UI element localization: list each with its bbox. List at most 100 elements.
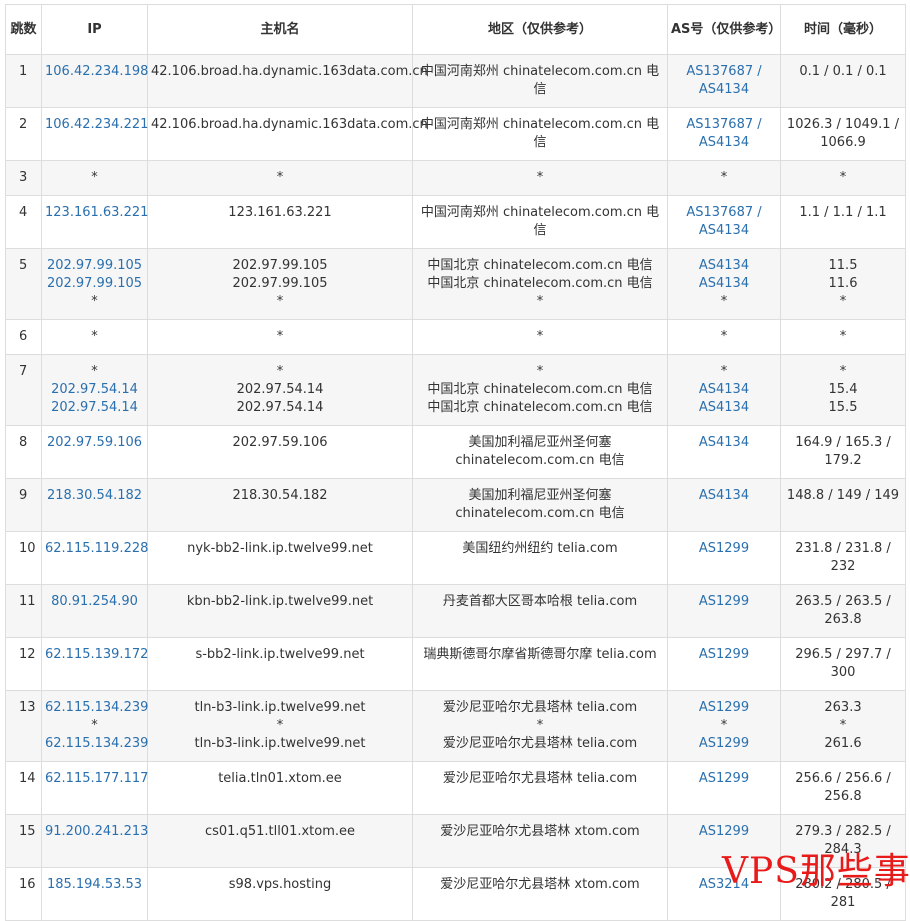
traceroute-table: 跳数 IP 主机名 地区（仅供参考） AS号（仅供参考） 时间（毫秒） 1 106… — [5, 4, 906, 921]
ip-line-link[interactable]: 62.115.177.117 — [45, 770, 148, 788]
region-line: 中国北京 chinatelecom.com.cn 电信 — [427, 382, 653, 397]
time-line: 11.6 — [828, 276, 858, 291]
ip-line-link[interactable]: 106.42.234.221 — [45, 116, 148, 134]
host-line: 202.97.59.106 — [232, 435, 328, 450]
host-line: s-bb2-link.ip.twelve99.net — [195, 647, 365, 662]
region-cell: 爱沙尼亚哈尔尤县塔林 telia.com * 爱沙尼亚哈尔尤县塔林 telia.co… — [412, 690, 668, 762]
hostname-cell: tln-b3-link.ip.twelve99.net * tln-b3-link.… — [147, 690, 413, 762]
as-cell: * AS4134 AS4134 — [667, 354, 781, 426]
as-line-link[interactable]: AS4134 — [671, 275, 777, 293]
ip-cell: * 202.97.54.14 202.97.54.14 — [41, 354, 148, 426]
hostname-cell: kbn-bb2-link.ip.twelve99.net — [147, 584, 413, 638]
ip-line-link[interactable]: 202.97.54.14 — [45, 399, 144, 417]
ip-line-link[interactable]: 106.42.234.198 — [45, 63, 148, 81]
ip-cell: 62.115.119.228 — [41, 531, 148, 585]
header-region: 地区（仅供参考） — [412, 4, 668, 55]
as-line-link[interactable]: AS1299 — [671, 540, 777, 558]
ip-line-link[interactable]: 80.91.254.90 — [45, 593, 144, 611]
time-cell: 1.1 / 1.1 / 1.1 — [780, 195, 906, 249]
hostname-cell: * — [147, 319, 413, 355]
as-line-link[interactable]: AS1299 — [671, 823, 777, 841]
host-line: * — [276, 170, 284, 185]
ip-line: * — [91, 294, 98, 309]
ip-cell: 80.91.254.90 — [41, 584, 148, 638]
ip-cell: 91.200.241.213 — [41, 814, 148, 868]
time-line: 148.8 / 149 / 149 — [786, 488, 900, 503]
ip-line-link[interactable]: 218.30.54.182 — [45, 487, 144, 505]
hostname-cell: 42.106.broad.ha.dynamic.163data.com.cn — [147, 107, 428, 161]
ip-line-link[interactable]: 202.97.99.105 — [45, 257, 144, 275]
region-cell: 中国河南郑州 chinatelecom.com.cn 电信 — [412, 54, 668, 108]
ip-cell: 185.194.53.53 — [41, 867, 148, 921]
host-line: 202.97.99.105 — [232, 276, 328, 291]
time-line: * — [839, 718, 847, 733]
as-line-link[interactable]: AS4134 — [671, 257, 777, 275]
region-cell: * — [412, 160, 668, 196]
time-cell: 231.8 / 231.8 / 232 — [780, 531, 906, 585]
ip-line-link[interactable]: 202.97.54.14 — [45, 381, 144, 399]
time-line: 15.5 — [828, 400, 858, 415]
hop-cell: 3 — [5, 160, 42, 196]
as-line-link[interactable]: AS1299 — [671, 593, 777, 611]
hostname-cell: s98.vps.hosting — [147, 867, 413, 921]
as-cell: * — [667, 319, 781, 355]
header-row: 跳数 IP 主机名 地区（仅供参考） AS号（仅供参考） 时间（毫秒） — [5, 4, 906, 55]
ip-line-link[interactable]: 91.200.241.213 — [45, 823, 148, 841]
region-line: * — [536, 718, 544, 733]
ip-cell: 202.97.99.105 202.97.99.105 * — [41, 248, 148, 320]
ip-line-link[interactable]: 202.97.99.105 — [45, 275, 144, 293]
hop-cell: 10 — [5, 531, 42, 585]
ip-line-link[interactable]: 62.115.134.239 — [45, 699, 148, 717]
as-line-link[interactable]: AS137687 / AS4134 — [671, 204, 777, 240]
host-line: nyk-bb2-link.ip.twelve99.net — [187, 541, 373, 556]
header-hostname: 主机名 — [147, 4, 413, 55]
hop-cell: 16 — [5, 867, 42, 921]
ip-line-link[interactable]: 62.115.139.172 — [45, 646, 148, 664]
region-cell: 瑞典斯德哥尔摩省斯德哥尔摩 telia.com — [412, 637, 668, 691]
host-line: * — [276, 294, 284, 309]
hostname-cell: 42.106.broad.ha.dynamic.163data.com.cn — [147, 54, 428, 108]
table-row: 6 * * * * * — [5, 319, 906, 355]
time-line: 11.5 — [828, 258, 858, 273]
time-cell: * — [780, 160, 906, 196]
table-body: 1 106.42.234.198 42.106.broad.ha.dynamic.1… — [5, 54, 906, 921]
header-time: 时间（毫秒） — [780, 4, 906, 55]
ip-cell: 62.115.134.239 * 62.115.134.239 — [41, 690, 148, 762]
region-cell: * — [412, 319, 668, 355]
time-line: 261.6 — [824, 736, 862, 751]
ip-line-link[interactable]: 62.115.134.239 — [45, 735, 148, 753]
host-line: * — [276, 329, 284, 344]
as-cell: AS1299 — [667, 584, 781, 638]
as-line: * — [720, 170, 728, 185]
hostname-cell: s-bb2-link.ip.twelve99.net — [147, 637, 413, 691]
as-line-link[interactable]: AS4134 — [671, 434, 777, 452]
as-line-link[interactable]: AS4134 — [671, 399, 777, 417]
as-line-link[interactable]: AS4134 — [671, 487, 777, 505]
as-line-link[interactable]: AS1299 — [671, 735, 777, 753]
ip-line-link[interactable]: 123.161.63.221 — [45, 204, 148, 222]
ip-line-link[interactable]: 62.115.119.228 — [45, 540, 148, 558]
region-line: 中国河南郑州 chinatelecom.com.cn 电信 — [420, 64, 660, 97]
time-cell: 148.8 / 149 / 149 — [780, 478, 906, 532]
ip-line: * — [91, 170, 98, 185]
hostname-cell: 202.97.59.106 — [147, 425, 413, 479]
region-cell: 爱沙尼亚哈尔尤县塔林 telia.com — [412, 761, 668, 815]
as-line-link[interactable]: AS137687 / AS4134 — [671, 63, 777, 99]
as-line-link[interactable]: AS1299 — [671, 699, 777, 717]
region-line: 丹麦首都大区哥本哈根 telia.com — [442, 594, 638, 609]
as-line: * — [720, 329, 728, 344]
as-line-link[interactable]: AS1299 — [671, 646, 777, 664]
as-line-link[interactable]: AS137687 / AS4134 — [671, 116, 777, 152]
time-line: 263.3 — [824, 700, 862, 715]
region-line: 中国河南郑州 chinatelecom.com.cn 电信 — [420, 205, 660, 238]
ip-cell: 62.115.139.172 — [41, 637, 148, 691]
time-cell: 263.5 / 263.5 / 263.8 — [780, 584, 906, 638]
ip-line-link[interactable]: 202.97.59.106 — [45, 434, 144, 452]
hop-cell: 9 — [5, 478, 42, 532]
table-row: 14 62.115.177.117 telia.tln01.xtom.ee 爱沙尼亚哈… — [5, 761, 906, 815]
as-line-link[interactable]: AS4134 — [671, 381, 777, 399]
as-line-link[interactable]: AS1299 — [671, 770, 777, 788]
ip-line-link[interactable]: 185.194.53.53 — [45, 876, 144, 894]
time-cell: 296.5 / 297.7 / 300 — [780, 637, 906, 691]
as-cell: AS137687 / AS4134 — [667, 195, 781, 249]
